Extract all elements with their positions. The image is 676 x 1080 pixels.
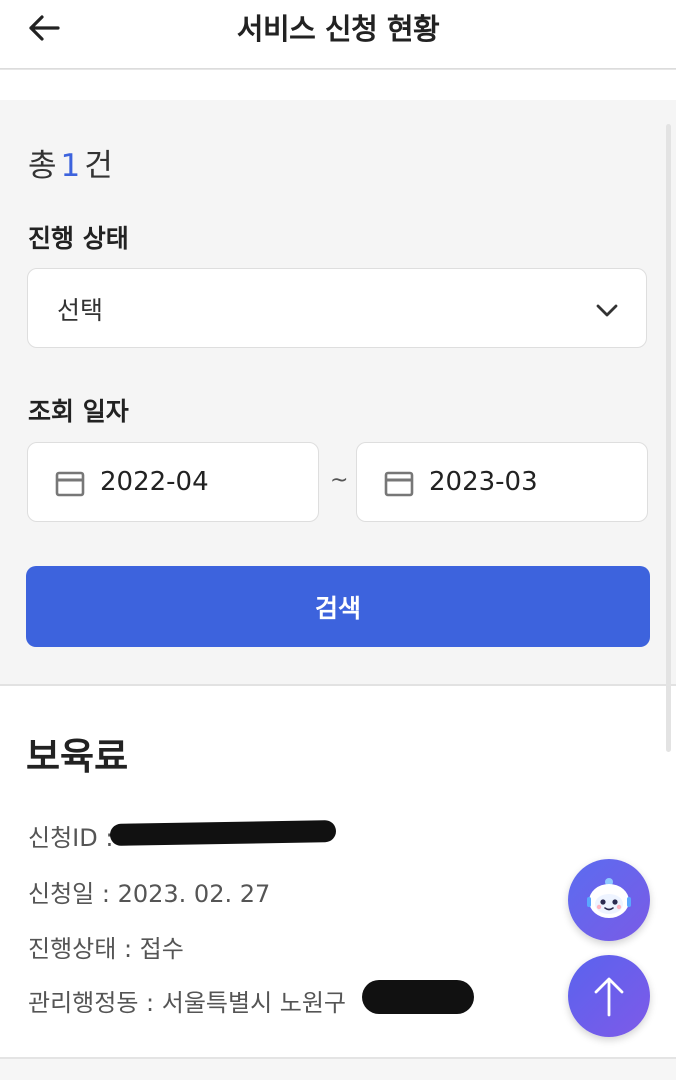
app-header: 서비스 신청 현황: [0, 0, 676, 69]
result-title: 보육료: [26, 735, 129, 778]
scroll-top-button[interactable]: [568, 955, 650, 1037]
redaction-mark: [109, 820, 337, 846]
date-from-field[interactable]: 2022-04: [27, 442, 319, 522]
calendar-icon: [55, 471, 85, 497]
date-to-value: 2023-03: [429, 467, 538, 497]
date-separator: ~: [330, 468, 349, 493]
admin-dong-row: 관리행정동 : 서울특별시 노원구: [28, 989, 347, 1017]
total-suffix: 건: [84, 148, 113, 184]
total-count-number: 1: [60, 148, 81, 184]
page: 서비스 신청 현황 총1건 진행 상태 선택 조회 일자 2022-04 ~ 2…: [0, 0, 676, 1080]
total-count: 총1건: [28, 140, 113, 185]
search-button[interactable]: 검색: [26, 566, 650, 647]
date-label: 조회 일자: [28, 397, 129, 426]
status-select-value: 선택: [57, 296, 104, 325]
next-section-background: [0, 1059, 676, 1080]
chatbot-icon: [587, 878, 631, 918]
header-divider-strip: [0, 69, 676, 101]
scrollbar[interactable]: [666, 124, 671, 752]
total-prefix: 총: [28, 148, 57, 184]
date-from-value: 2022-04: [100, 467, 209, 497]
page-title: 서비스 신청 현황: [236, 12, 440, 46]
status-label: 진행 상태: [28, 224, 129, 253]
chatbot-button[interactable]: [568, 859, 650, 941]
application-id-row: 신청ID :: [28, 824, 114, 852]
status-select[interactable]: 선택: [27, 268, 647, 348]
status-row: 진행상태 : 접수: [28, 935, 184, 963]
application-date-row: 신청일 : 2023. 02. 27: [28, 880, 271, 908]
redaction-mark: [362, 980, 474, 1014]
date-to-field[interactable]: 2023-03: [356, 442, 648, 522]
arrow-up-icon: [594, 977, 624, 1017]
calendar-icon: [384, 471, 414, 497]
chevron-down-icon: [596, 304, 618, 317]
